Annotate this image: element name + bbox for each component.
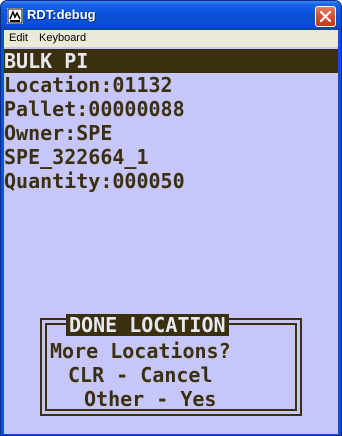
dialog-cancel-option[interactable]: CLR - Cancel: [68, 363, 213, 387]
rdt-app-icon[interactable]: [7, 8, 23, 24]
menu-bar: Edit Keyboard: [4, 30, 338, 47]
close-icon: [320, 11, 331, 22]
close-button[interactable]: [315, 6, 336, 27]
owner-line: Owner:SPE: [4, 121, 113, 145]
quantity-line: Quantity:000050: [4, 169, 185, 193]
app-window: RDT:debug Edit Keyboard BULK PI Location…: [0, 0, 342, 436]
terminal-screen[interactable]: BULK PI Location:01132 Pallet:00000088 O…: [4, 47, 338, 434]
dialog-question: More Locations?: [50, 339, 231, 363]
screen-header-bar: BULK PI: [4, 49, 338, 73]
window-title: RDT:debug: [27, 7, 96, 22]
sku-line: SPE_322664_1: [4, 145, 149, 169]
menu-edit[interactable]: Edit: [9, 32, 28, 44]
menu-keyboard[interactable]: Keyboard: [39, 32, 86, 44]
dialog-title: DONE LOCATION: [66, 314, 229, 336]
title-bar[interactable]: RDT:debug: [1, 1, 341, 30]
location-line: Location:01132: [4, 73, 173, 97]
screen-header: BULK PI: [4, 49, 89, 73]
dialog-yes-option[interactable]: Other - Yes: [84, 387, 216, 411]
window-frame-right: [338, 30, 341, 435]
pallet-line: Pallet:00000088: [4, 97, 185, 121]
